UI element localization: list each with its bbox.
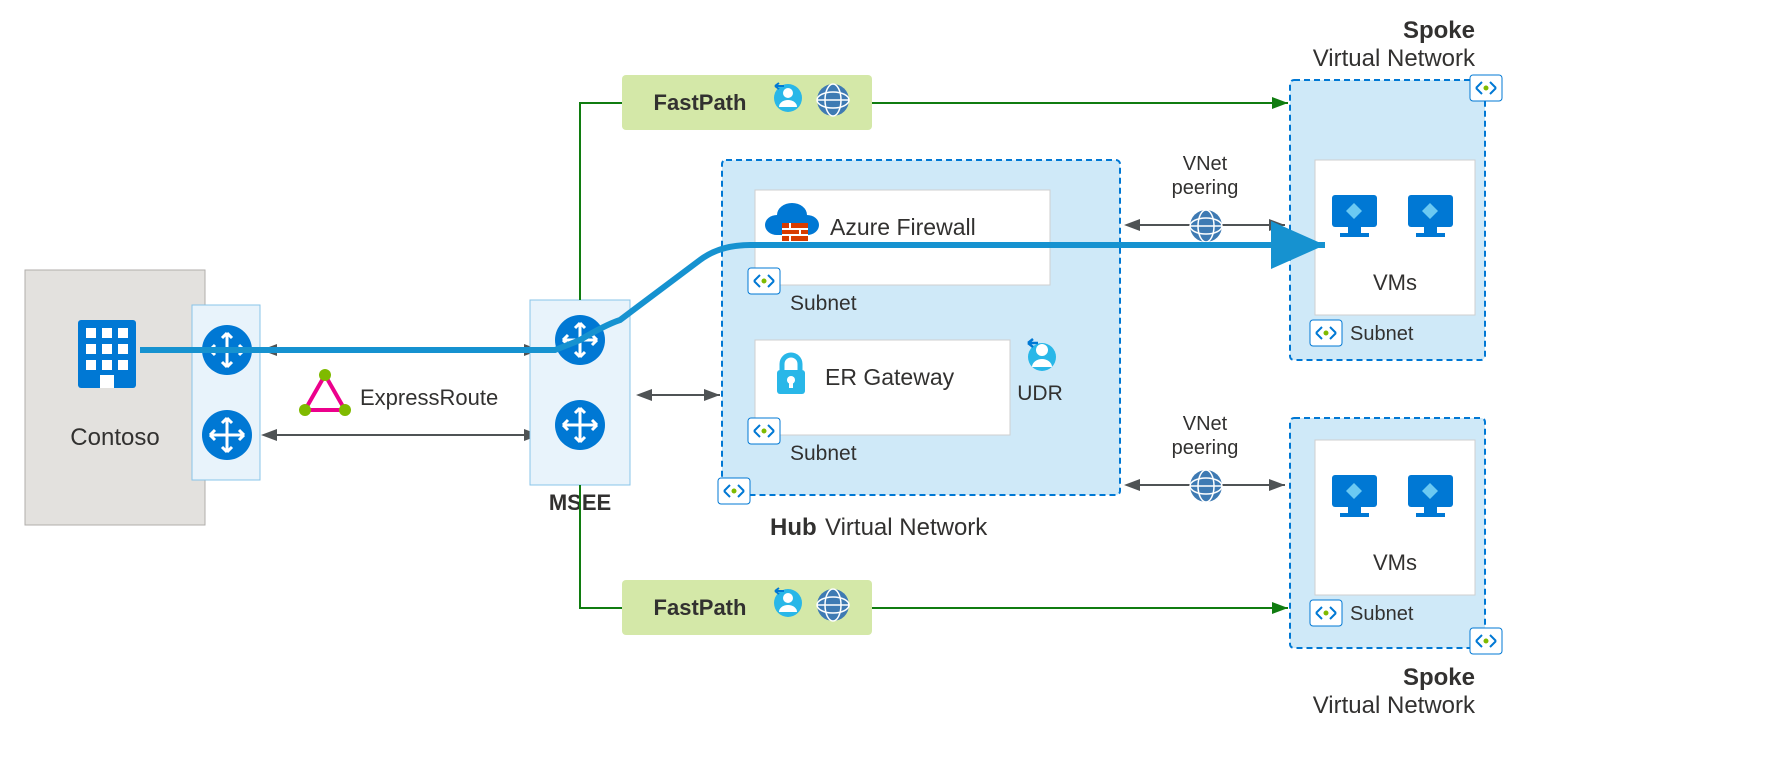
gateway-subnet-label: Subnet	[790, 442, 857, 465]
gateway-label: ER Gateway	[825, 364, 955, 390]
peering-label: peering	[1172, 437, 1239, 459]
udr-label: UDR	[1017, 382, 1063, 405]
subnet-icon	[1310, 600, 1342, 626]
contoso-label: Contoso	[70, 424, 159, 451]
fastpath1-label: FastPath	[654, 90, 747, 115]
vnet-icon	[1470, 75, 1502, 101]
globe-icon	[817, 589, 849, 621]
globe-icon	[817, 84, 849, 116]
hub-title-bold: Hub	[770, 514, 817, 541]
firewall-subnet-label: Subnet	[790, 292, 857, 315]
router-icon	[202, 410, 252, 460]
peering-label: VNet	[1183, 153, 1228, 175]
spoke1-vms-label: VMs	[1373, 270, 1417, 295]
vnet-icon	[1470, 628, 1502, 654]
fastpath2-label: FastPath	[654, 595, 747, 620]
peering-label: peering	[1172, 177, 1239, 199]
expressroute-label: ExpressRoute	[360, 385, 498, 410]
expressroute-icon	[299, 369, 351, 416]
spoke1-subnet-label: Subnet	[1350, 323, 1414, 345]
spoke2-vms-label: VMs	[1373, 550, 1417, 575]
subnet-icon	[748, 268, 780, 294]
router-icon	[555, 400, 605, 450]
spoke2-title-bold: Spoke	[1403, 664, 1475, 691]
network-diagram: Contoso ExpressRoute MSEE Hub Virtual Ne…	[0, 0, 1769, 766]
subnet-icon	[748, 418, 780, 444]
building-icon	[78, 320, 136, 388]
vnet-icon	[718, 478, 750, 504]
peering-label: VNet	[1183, 413, 1228, 435]
firewall-label: Azure Firewall	[830, 214, 976, 240]
spoke2-subnet-label: Subnet	[1350, 603, 1414, 625]
contoso-panel	[25, 270, 205, 525]
subnet-icon	[1310, 320, 1342, 346]
globe-icon	[1190, 470, 1222, 502]
spoke2-title-rest: Virtual Network	[1313, 692, 1476, 719]
hub-title-rest: Virtual Network	[825, 514, 988, 541]
spoke1-title-bold: Spoke	[1403, 17, 1475, 44]
globe-icon	[1190, 210, 1222, 242]
spoke1-title-rest: Virtual Network	[1313, 45, 1476, 72]
